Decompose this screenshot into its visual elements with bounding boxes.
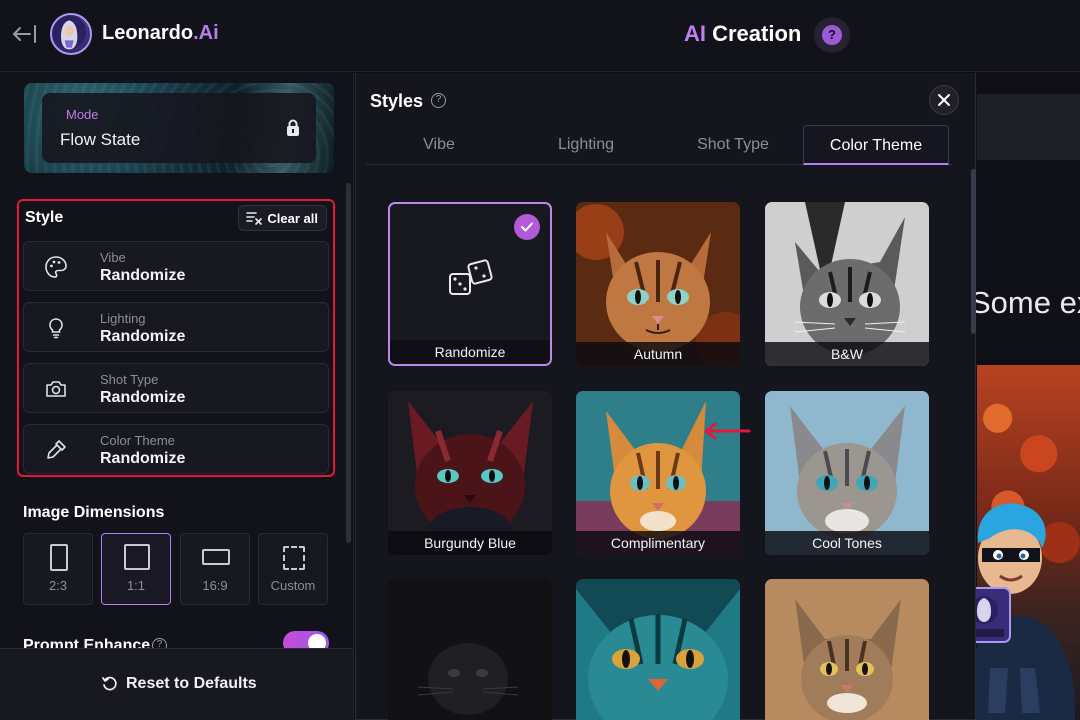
canvas-dark-area (977, 160, 1080, 360)
mode-card[interactable]: Mode Flow State (24, 83, 334, 173)
dice-icon (449, 259, 493, 295)
color-theme-tile-warm[interactable] (765, 579, 929, 720)
teal-cat-image (576, 579, 740, 720)
style-row-value: Randomize (100, 267, 186, 284)
dimension-option-1-1[interactable]: 1:1 (101, 533, 171, 605)
style-row-value: Randomize (100, 328, 186, 345)
tile-label: Randomize (390, 340, 550, 364)
color-theme-tile-randomize[interactable]: Randomize (388, 202, 552, 366)
annotation-arrow-icon (704, 422, 751, 440)
brand-name: Leonardo.Ai (102, 22, 219, 44)
style-section: Style Clear all Vibe Randomize Lighting … (17, 199, 335, 477)
style-row-label: Color Theme (100, 433, 175, 448)
question-icon[interactable]: ? (431, 93, 446, 108)
tab-vibe[interactable]: Vibe (366, 125, 512, 165)
tab-shot-type[interactable]: Shot Type (660, 125, 806, 165)
warm-cat-image (765, 579, 929, 720)
check-icon (514, 214, 540, 240)
mode-value: Flow State (60, 130, 141, 149)
style-row-value: Randomize (100, 450, 186, 467)
color-theme-tile-autumn[interactable]: Autumn (576, 202, 740, 366)
color-theme-tile-burgundy-blue[interactable]: Burgundy Blue (388, 391, 552, 555)
brand-logo[interactable] (50, 13, 92, 55)
clear-all-button[interactable]: Clear all (238, 205, 327, 231)
image-dimensions-title: Image Dimensions (23, 504, 165, 521)
dimension-label: 16:9 (202, 578, 228, 593)
help-button[interactable]: ? (814, 17, 850, 53)
color-theme-tile-cool-tones[interactable]: Cool Tones (765, 391, 929, 555)
square-ratio-icon (124, 544, 150, 570)
palette-icon (45, 256, 67, 278)
canvas-toolbar (977, 94, 1080, 160)
reset-icon (102, 676, 117, 691)
style-row-vibe[interactable]: Vibe Randomize (23, 241, 329, 291)
style-row-label: Vibe (100, 250, 126, 265)
color-theme-tile-dark[interactable] (388, 579, 552, 720)
modal-scrollbar[interactable] (971, 169, 976, 334)
style-row-label: Lighting (100, 311, 146, 326)
back-arrow-icon[interactable] (12, 22, 40, 46)
portrait-ratio-icon (50, 544, 68, 571)
tile-label: B&W (765, 342, 929, 366)
style-row-value: Randomize (100, 389, 186, 406)
page-title: AI Creation (684, 21, 802, 46)
mode-selector[interactable]: Mode Flow State (42, 93, 316, 163)
dimension-label: 1:1 (126, 578, 146, 593)
panel-scrollbar[interactable] (346, 183, 351, 543)
close-icon (938, 94, 950, 106)
style-row-color-theme[interactable]: Color Theme Randomize (23, 424, 329, 474)
styles-tabs: Vibe Lighting Shot Type Color Theme (366, 125, 952, 165)
tab-color-theme[interactable]: Color Theme (803, 125, 949, 165)
close-button[interactable] (929, 85, 959, 115)
top-bar: Leonardo.Ai AI Creation ? (0, 0, 1080, 72)
tile-label: Autumn (576, 342, 740, 366)
dimension-option-16-9[interactable]: 16:9 (180, 533, 250, 605)
dark-cat-image (388, 579, 552, 720)
custom-ratio-icon (283, 546, 305, 570)
style-row-shot-type[interactable]: Shot Type Randomize (23, 363, 329, 413)
reset-defaults-button[interactable]: Reset to Defaults (102, 675, 257, 693)
mode-label: Mode (66, 107, 99, 122)
clear-icon (246, 212, 263, 225)
color-theme-tile-complimentary[interactable]: Complimentary (576, 391, 740, 555)
style-row-lighting[interactable]: Lighting Randomize (23, 302, 329, 352)
dimension-label: Custom (270, 578, 316, 593)
lock-icon (287, 119, 299, 136)
panel-footer: Reset to Defaults (0, 648, 353, 720)
tile-label: Complimentary (576, 531, 740, 555)
styles-title: Styles (370, 91, 424, 111)
tile-label: Burgundy Blue (388, 531, 552, 555)
dimension-option-2-3[interactable]: 2:3 (23, 533, 93, 605)
color-theme-tile-teal[interactable] (576, 579, 740, 720)
color-theme-grid: Randomize Autumn B&W Burgundy Blue Compl… (356, 166, 968, 720)
dimension-option-custom[interactable]: Custom (258, 533, 328, 605)
lightbulb-icon (49, 318, 63, 339)
settings-panel: Mode Flow State Style Clear all Vibe Ran… (0, 73, 354, 720)
eyedropper-icon (47, 440, 66, 459)
landscape-ratio-icon (202, 549, 230, 565)
style-row-label: Shot Type (100, 372, 159, 387)
tile-label: Cool Tones (765, 531, 929, 555)
color-theme-tile-bw[interactable]: B&W (765, 202, 929, 366)
style-title: Style (25, 209, 64, 226)
camera-icon (46, 381, 66, 397)
styles-modal: Styles ? Vibe Lighting Shot Type Color T… (355, 73, 976, 720)
dimension-label: 2:3 (48, 578, 68, 593)
tab-lighting[interactable]: Lighting (513, 125, 659, 165)
question-icon: ? (822, 25, 842, 45)
canvas-text: Some ex (970, 285, 1080, 320)
